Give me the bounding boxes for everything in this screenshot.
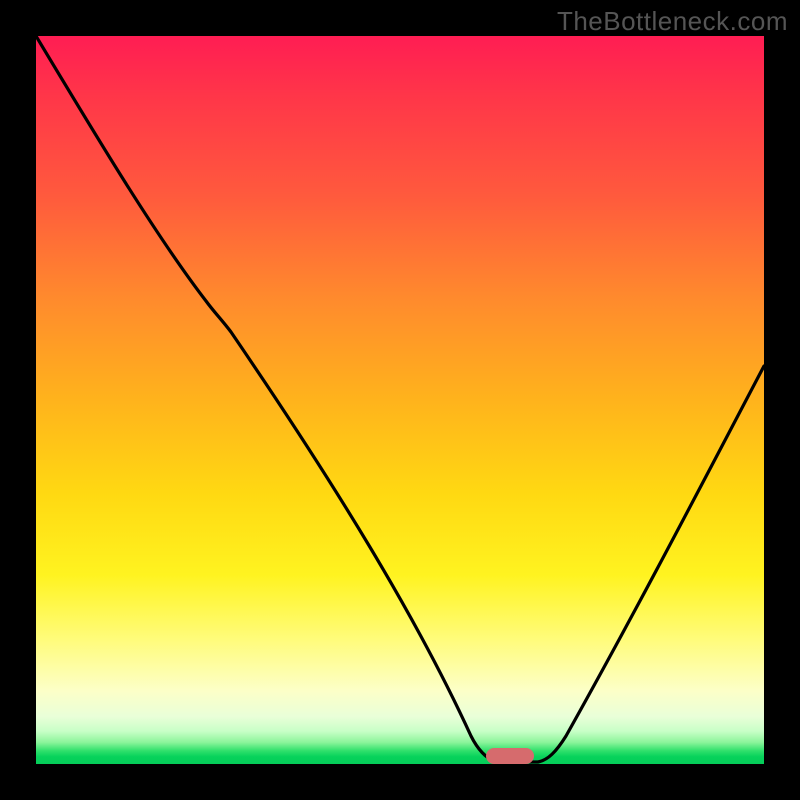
bottleneck-curve xyxy=(36,36,764,764)
optimal-marker xyxy=(486,748,534,764)
chart-frame: TheBottleneck.com xyxy=(0,0,800,800)
curve-path xyxy=(36,36,764,762)
plot-area xyxy=(36,36,764,764)
watermark-text: TheBottleneck.com xyxy=(557,6,788,37)
